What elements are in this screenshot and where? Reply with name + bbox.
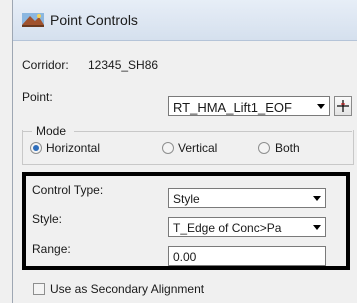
secondary-alignment-checkbox[interactable] (33, 283, 45, 295)
vertical-label[interactable]: Vertical (178, 141, 217, 155)
vertical-radio[interactable] (162, 142, 174, 154)
point-label: Point: (22, 90, 53, 104)
style-dropdown[interactable]: T_Edge of Conc>Pa (168, 217, 326, 237)
range-value: 0.00 (173, 250, 197, 264)
control-type-dropdown[interactable]: Style (168, 188, 326, 208)
corridor-label: Corridor: (22, 58, 69, 72)
range-label: Range: (32, 242, 71, 256)
range-input[interactable]: 0.00 (168, 246, 326, 266)
corridor-value: 12345_SH86 (88, 58, 159, 72)
crosshair-icon (337, 100, 349, 112)
window-title: Point Controls (50, 12, 138, 28)
point-value: RT_HMA_Lift1_EOF (173, 100, 292, 115)
point-controls-dialog: Point Controls Corridor: 12345_SH86 Poin… (0, 0, 357, 303)
chevron-down-icon (313, 225, 321, 230)
mode-group-label: Mode (36, 124, 67, 138)
pick-point-button[interactable] (334, 96, 352, 116)
horizontal-label[interactable]: Horizontal (46, 141, 100, 155)
both-radio[interactable] (258, 142, 270, 154)
control-type-label: Control Type: (32, 183, 104, 197)
point-dropdown[interactable]: RT_HMA_Lift1_EOF (168, 96, 330, 116)
style-label: Style: (32, 212, 63, 226)
corridor-app-icon (22, 13, 44, 27)
style-value: T_Edge of Conc>Pa (173, 221, 282, 235)
chevron-down-icon (313, 196, 321, 201)
horizontal-radio[interactable] (30, 142, 42, 154)
chevron-down-icon (317, 104, 325, 109)
secondary-alignment-label[interactable]: Use as Secondary Alignment (50, 282, 204, 296)
both-label[interactable]: Both (275, 141, 300, 155)
control-type-value: Style (173, 192, 200, 206)
